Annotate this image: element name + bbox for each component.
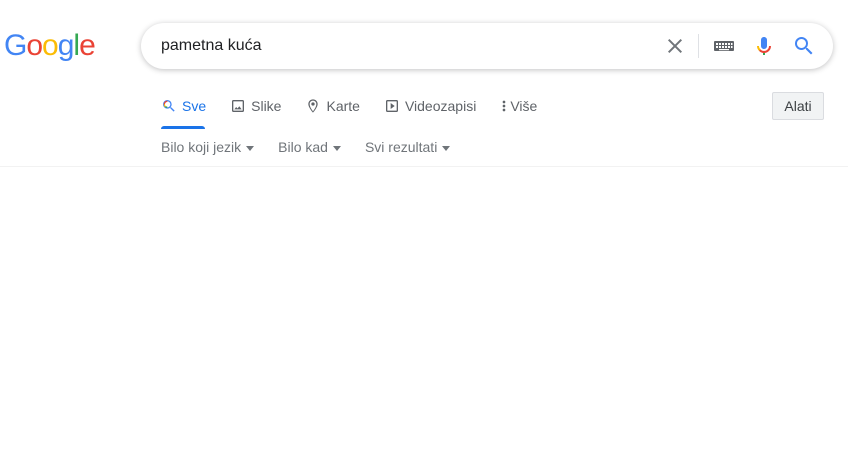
results-filter[interactable]: Svi rezultati xyxy=(364,139,451,155)
filter-label: Svi rezultati xyxy=(364,139,438,155)
tab-label: Sve xyxy=(182,98,207,114)
search-box-divider xyxy=(698,34,699,58)
search-icon[interactable] xyxy=(792,34,816,58)
tab-more[interactable]: Više xyxy=(500,95,537,117)
search-icon xyxy=(161,98,177,114)
caret-down-icon xyxy=(246,145,255,151)
clear-icon[interactable] xyxy=(663,34,687,58)
search-input[interactable] xyxy=(161,23,651,69)
search-box xyxy=(141,23,833,69)
search-results-page: Google pametna kuća Sve Slike Karte Vide… xyxy=(0,0,848,449)
search-tabs: Sve Slike Karte Videozapisi Više xyxy=(161,95,561,129)
tab-videos[interactable]: Videozapisi xyxy=(384,95,476,117)
caret-down-icon xyxy=(332,145,341,151)
logo-letter: G xyxy=(4,29,27,62)
map-pin-icon xyxy=(305,98,321,114)
filter-label: Bilo koji jezik xyxy=(161,139,242,155)
more-vertical-icon xyxy=(500,98,508,114)
logo-letter: e xyxy=(79,29,96,62)
logo-letter: o xyxy=(26,29,43,62)
microphone-icon[interactable] xyxy=(752,34,776,58)
google-logo[interactable]: Google xyxy=(4,28,96,64)
tab-maps[interactable]: Karte xyxy=(305,95,360,117)
filter-label: Bilo kad xyxy=(278,139,328,155)
tab-label: Više xyxy=(510,98,538,114)
search-filters: Bilo koji jezik Bilo kad Svi rezultati xyxy=(161,137,474,157)
language-filter[interactable]: Bilo koji jezik xyxy=(161,139,255,155)
active-tab-indicator xyxy=(161,126,205,129)
logo-letter: o xyxy=(42,29,59,62)
image-icon xyxy=(230,98,246,114)
play-icon xyxy=(384,98,400,114)
time-filter[interactable]: Bilo kad xyxy=(278,139,341,155)
tab-images[interactable]: Slike xyxy=(230,95,281,117)
tools-button[interactable]: Alati xyxy=(772,92,824,120)
keyboard-icon[interactable] xyxy=(712,34,736,58)
logo-letter: g xyxy=(57,29,75,62)
tab-all[interactable]: Sve xyxy=(161,95,207,129)
header-divider xyxy=(0,166,848,167)
tab-label: Slike xyxy=(251,98,282,114)
tab-label: Videozapisi xyxy=(404,98,477,114)
tab-label: Karte xyxy=(326,98,360,114)
caret-down-icon xyxy=(442,145,451,151)
